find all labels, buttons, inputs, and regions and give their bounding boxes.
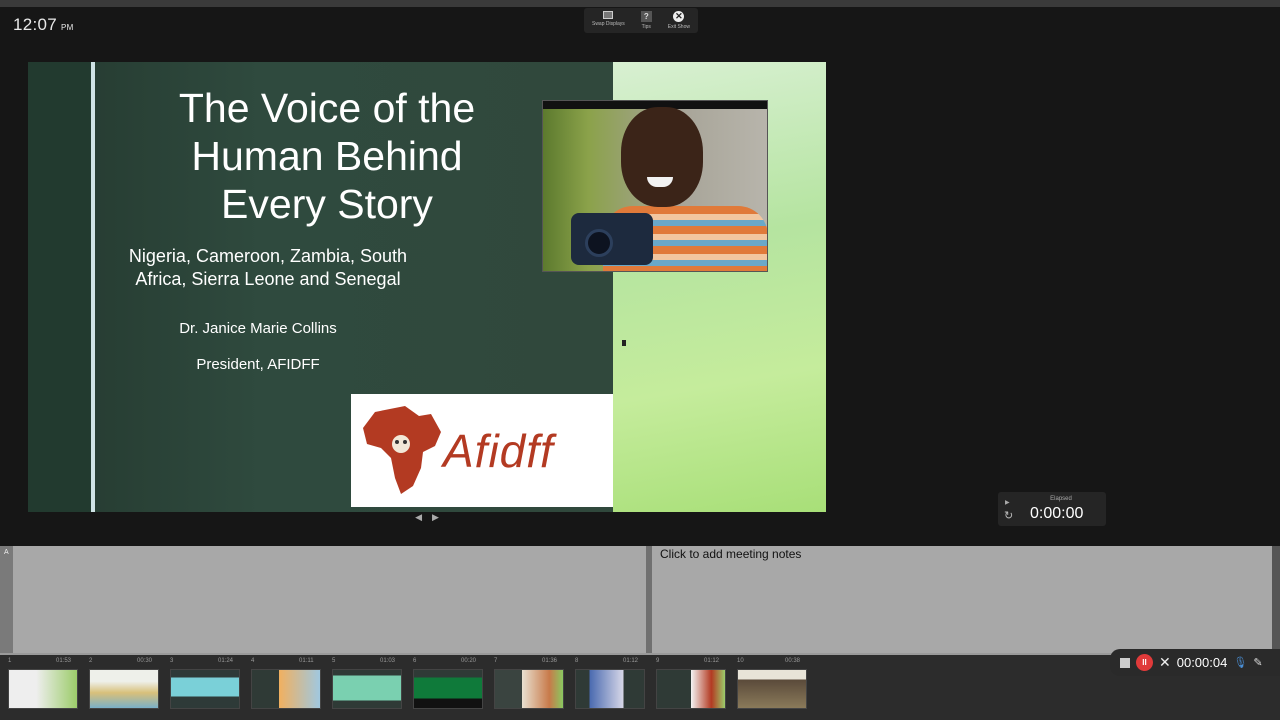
current-slide[interactable]: The Voice of the Human Behind Every Stor… bbox=[28, 62, 826, 512]
slide-role: President, AFIDFF bbox=[196, 356, 320, 373]
pen-icon[interactable]: ✎ bbox=[1253, 656, 1262, 669]
meeting-notes-pane[interactable] bbox=[652, 546, 1272, 653]
thumbnail-time: 00:20 bbox=[461, 658, 477, 664]
photo-head bbox=[621, 107, 703, 207]
thumbnail-number: 1 bbox=[8, 658, 12, 664]
slide-left-stripe bbox=[28, 62, 91, 512]
thumbnail-time: 01:12 bbox=[623, 658, 639, 664]
tips-label: Tips bbox=[641, 24, 651, 30]
notes-margin: A bbox=[0, 546, 13, 653]
recording-controls: II ✕ 00:00:04 🎙 ✎ bbox=[1110, 649, 1280, 676]
slide-title: The Voice of the Human Behind Every Stor… bbox=[178, 85, 476, 227]
tips-icon: ? bbox=[640, 11, 652, 22]
clock-time: 12:07 bbox=[13, 15, 58, 34]
next-slide-button[interactable]: ▶ bbox=[432, 512, 439, 526]
thumbnail-number: 8 bbox=[575, 658, 579, 664]
presenter-notes-pane[interactable] bbox=[13, 546, 646, 653]
exit-icon: ✕ bbox=[673, 11, 685, 22]
timer-value: 0:00:00 bbox=[1030, 505, 1084, 522]
close-icon[interactable]: ✕ bbox=[1159, 654, 1171, 671]
previous-slide-button[interactable]: ◀ bbox=[415, 512, 422, 526]
play-icon[interactable]: ▶ bbox=[1005, 499, 1010, 506]
slide-thumbnail[interactable] bbox=[89, 669, 159, 709]
slide-photo bbox=[542, 100, 768, 272]
thumbnail-time: 00:30 bbox=[137, 658, 153, 664]
thumbnail-number: 4 bbox=[251, 658, 255, 664]
slide-accent-bar bbox=[91, 62, 95, 512]
slide-author: Dr. Janice Marie Collins bbox=[179, 320, 337, 337]
swap-displays-icon bbox=[603, 11, 614, 19]
logo-wordmark: Afidff bbox=[443, 425, 554, 477]
slide-subtitle: Nigeria, Cameroon, Zambia, South Africa,… bbox=[128, 246, 408, 289]
slide-thumbnail[interactable] bbox=[656, 669, 726, 709]
reset-icon[interactable]: ↻ bbox=[1004, 509, 1013, 522]
photo-camera-lens bbox=[585, 229, 613, 257]
elapsed-timer: Elapsed ▶ ↻ 0:00:00 bbox=[998, 492, 1106, 526]
thumbnail-number: 2 bbox=[89, 658, 93, 664]
thumbnail-number: 10 bbox=[737, 658, 744, 664]
notes-area: A Click to add meeting notes bbox=[0, 546, 1280, 655]
thumbnail-number: 3 bbox=[170, 658, 174, 664]
timer-label: Elapsed bbox=[1050, 496, 1072, 502]
presenter-toolbar: Swap Displays ? Tips ✕ Exit Show bbox=[584, 8, 698, 33]
thumbnail-time: 00:38 bbox=[785, 658, 801, 664]
slide-thumbnail[interactable] bbox=[170, 669, 240, 709]
thumbnail-time: 01:03 bbox=[380, 658, 396, 664]
clock: 12:07 PM bbox=[13, 15, 74, 35]
top-edge bbox=[0, 0, 1280, 7]
mic-icon[interactable]: 🎙 bbox=[1233, 656, 1247, 669]
slide-thumbnail[interactable] bbox=[332, 669, 402, 709]
exit-show-label: Exit Show bbox=[667, 24, 690, 30]
slide-thumbnail[interactable] bbox=[575, 669, 645, 709]
thumbnail-number: 6 bbox=[413, 658, 417, 664]
notes-scrollbar[interactable] bbox=[1272, 546, 1280, 653]
swap-displays-button[interactable]: Swap Displays bbox=[592, 11, 625, 27]
mouse-cursor bbox=[622, 340, 626, 346]
swap-displays-label: Swap Displays bbox=[591, 21, 625, 27]
recording-elapsed: 00:00:04 bbox=[1176, 655, 1228, 670]
thumbnail-number: 7 bbox=[494, 658, 498, 664]
tips-button[interactable]: ? Tips bbox=[640, 11, 652, 30]
thumbnail-time: 01:36 bbox=[542, 658, 558, 664]
pause-icon[interactable]: II bbox=[1136, 654, 1153, 671]
clock-ampm: PM bbox=[61, 23, 74, 32]
africa-map-icon bbox=[363, 406, 441, 494]
slide-thumbnail[interactable] bbox=[494, 669, 564, 709]
meeting-notes-placeholder[interactable]: Click to add meeting notes bbox=[660, 547, 801, 561]
thumbnail-time: 01:53 bbox=[56, 658, 72, 664]
slide-thumbnail[interactable] bbox=[413, 669, 483, 709]
thumbnail-number: 5 bbox=[332, 658, 336, 664]
thumbnail-time: 01:11 bbox=[299, 658, 314, 664]
slide-navigation: ◀ ▶ bbox=[28, 512, 826, 526]
slide-thumbnail-strip: 1 01:53 2 00:30 3 01:24 4 01:11 5 01:03 … bbox=[0, 655, 1280, 720]
afidff-logo: Afidff bbox=[351, 394, 613, 507]
thumbnail-time: 01:24 bbox=[218, 658, 234, 664]
thumbnail-time: 01:12 bbox=[704, 658, 720, 664]
exit-show-button[interactable]: ✕ Exit Show bbox=[668, 11, 690, 30]
thumbnail-number: 9 bbox=[656, 658, 660, 664]
stop-icon[interactable] bbox=[1120, 657, 1130, 668]
slide-thumbnail[interactable] bbox=[737, 669, 807, 709]
slide-thumbnail[interactable] bbox=[8, 669, 78, 709]
slide-thumbnail[interactable] bbox=[251, 669, 321, 709]
presenter-view: 12:07 PM Swap Displays ? Tips ✕ Exit Show… bbox=[0, 0, 1280, 720]
